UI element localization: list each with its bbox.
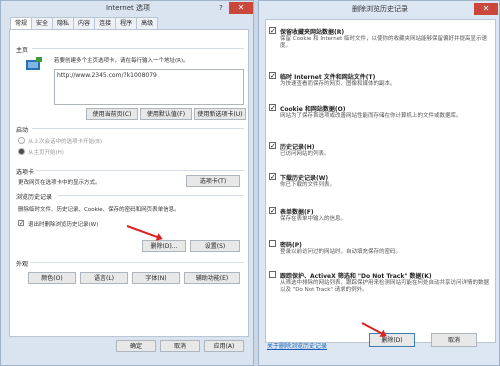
- option-desc: 网站为了保存首选项或改善网站性能而存储在你计算机上的文件或数据库。: [280, 113, 462, 119]
- divider: [30, 262, 244, 263]
- option-desc: 为快速查看而保存的网页、图像和媒体的副本。: [280, 81, 396, 87]
- home-heading: 主页: [16, 47, 29, 54]
- tabs-desc: 更改网页在选项卡中的显示方式。: [18, 180, 101, 186]
- keep-favorites-checkbox[interactable]: ✓: [269, 27, 276, 35]
- option-desc: 保留 Cookie 和 Internet 临时文件，以使你的收藏夹网站能够保留偏…: [280, 36, 488, 49]
- delete-history-button[interactable]: 删除(D)...: [142, 240, 186, 252]
- close-button[interactable]: ✕: [474, 3, 498, 15]
- option-desc: 保存在表单中输入的信息。: [280, 216, 347, 222]
- form-data-checkbox[interactable]: ✓: [269, 207, 276, 215]
- delete-on-exit-checkbox[interactable]: ✓: [18, 220, 24, 227]
- delete-button[interactable]: 删除(D): [369, 333, 415, 347]
- history-settings-button[interactable]: 设置(S): [190, 240, 240, 252]
- dialog-title: 删除浏览历史记录: [352, 5, 408, 13]
- startup-option-2: 从主页开始(H): [28, 150, 64, 156]
- delete-history-dialog: 删除浏览历史记录 ✕ ✓ 保留收藏夹网站数据(R) 保留 Cookie 和 In…: [258, 0, 500, 366]
- option-title: 密码(P): [280, 242, 302, 249]
- help-icon[interactable]: ?: [216, 3, 226, 13]
- history-checkbox[interactable]: ✓: [269, 142, 276, 150]
- passwords-checkbox[interactable]: [269, 240, 276, 247]
- use-new-tab-button[interactable]: 使用新选项卡(U): [194, 108, 246, 120]
- divider: [58, 195, 244, 196]
- close-button[interactable]: ✕: [229, 2, 253, 14]
- about-delete-history-link[interactable]: 关于删除浏览历史记录: [267, 341, 327, 350]
- languages-button[interactable]: 语言(L): [80, 272, 128, 284]
- divider: [32, 48, 244, 49]
- startup-last-session-radio[interactable]: [18, 137, 25, 144]
- general-tab-panel: 主页 若要创建多个主页选项卡，请在每行输入一个地址(R)。 http://www…: [9, 29, 249, 337]
- option-title: Cookie 和网站数据(O): [280, 106, 346, 113]
- startup-heading: 启动: [16, 127, 29, 134]
- startup-option-1: 从上次会话中的选项卡开始(B): [28, 139, 103, 145]
- option-title: 临时 Internet 文件和网站文件(T): [280, 74, 376, 81]
- use-current-button[interactable]: 使用当前页(C): [86, 108, 138, 120]
- home-url-value: http://www.2345.com/?k1008079: [57, 72, 157, 79]
- tab-strip: 常规 安全 隐私 内容 连接 程序 高级: [10, 17, 159, 31]
- option-title: 下载历史记录(W): [280, 175, 329, 182]
- divider: [32, 128, 244, 129]
- startup-home-radio[interactable]: [18, 148, 25, 155]
- download-history-checkbox[interactable]: ✓: [269, 173, 276, 181]
- tabs-heading: 选项卡: [16, 169, 35, 176]
- option-desc: 已访问网站的列表。: [280, 151, 330, 157]
- option-title: 保留收藏夹网站数据(R): [280, 29, 345, 36]
- cancel-button[interactable]: 取消: [431, 333, 477, 347]
- tabs-button[interactable]: 选项卡(T): [186, 175, 240, 187]
- home-globe-icon: [26, 57, 42, 70]
- option-desc: 从筛选中排除的网站列表、跟踪保护用来检测网站可能在何处自动共享访问详情的数据以及…: [280, 280, 490, 293]
- appearance-heading: 外观: [16, 261, 29, 268]
- home-url-textarea[interactable]: http://www.2345.com/?k1008079: [54, 69, 244, 105]
- ok-button[interactable]: 确定: [116, 340, 156, 352]
- history-desc: 删除临时文件、历史记录、Cookie、保存的密码和网页表单信息。: [18, 207, 180, 213]
- option-title: 表单数据(F): [280, 209, 314, 216]
- option-title: 历史记录(H): [280, 144, 315, 151]
- option-title: 跟踪保护、ActiveX 筛选和 "Do Not Track" 数据(K): [280, 273, 432, 280]
- cookies-checkbox[interactable]: ✓: [269, 104, 276, 112]
- home-hint: 若要创建多个主页选项卡，请在每行输入一个地址(R)。: [54, 58, 189, 64]
- apply-button[interactable]: 应用(A): [204, 340, 244, 352]
- delete-on-exit-label: 退出时删除浏览历史记录(W): [28, 222, 99, 228]
- colors-button[interactable]: 颜色(O): [28, 272, 76, 284]
- temp-files-checkbox[interactable]: ✓: [269, 72, 276, 80]
- fonts-button[interactable]: 字体(N): [132, 272, 180, 284]
- option-desc: 登录以前访问过的网站时，自动填充保存的密码。: [280, 249, 402, 255]
- use-default-button[interactable]: 使用默认值(F): [140, 108, 192, 120]
- accessibility-button[interactable]: 辅助功能(E): [184, 272, 240, 284]
- options-panel: ✓ 保留收藏夹网站数据(R) 保留 Cookie 和 Internet 临时文件…: [265, 19, 496, 343]
- cancel-button[interactable]: 取消: [160, 340, 200, 352]
- option-desc: 你已下载的文件列表。: [280, 182, 336, 188]
- internet-options-dialog: Internet 选项 ? ✕ 常规 安全 隐私 内容 连接 程序 高级 主页 …: [0, 0, 254, 366]
- tracking-protection-checkbox[interactable]: [269, 271, 276, 278]
- divider: [36, 170, 244, 171]
- history-heading: 浏览历史记录: [16, 194, 53, 201]
